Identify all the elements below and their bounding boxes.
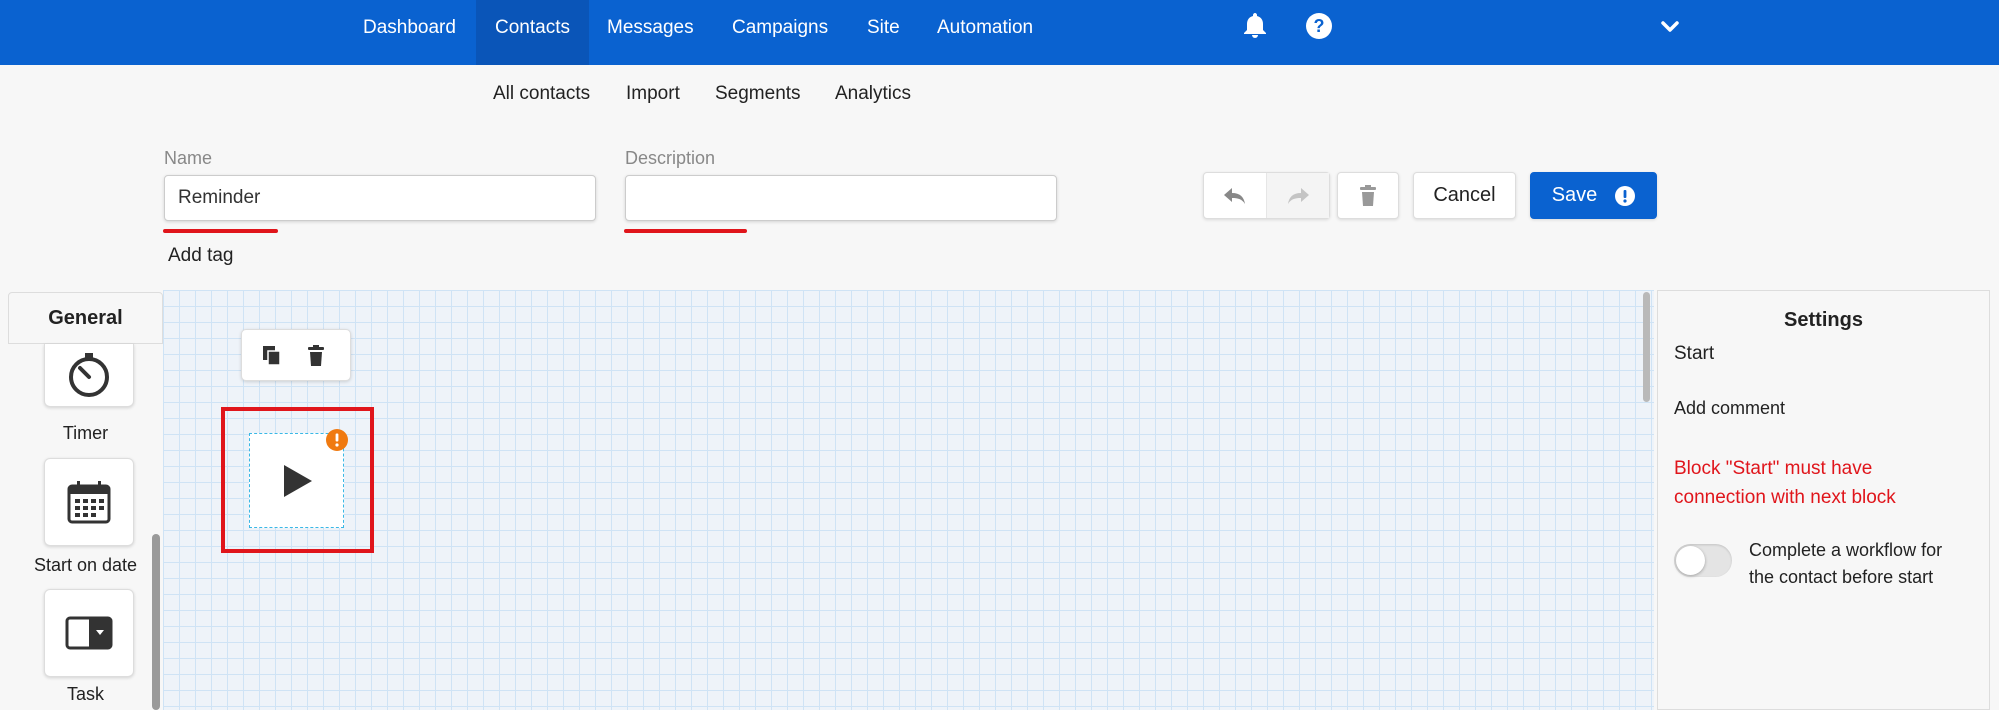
play-icon — [283, 464, 312, 497]
blocks-sidebar: General Timer Start on date Task — [8, 292, 163, 710]
start-on-date-label: Start on date — [33, 555, 138, 575]
nav-item-site[interactable]: Site — [867, 0, 900, 65]
cancel-button[interactable]: Cancel — [1413, 172, 1516, 219]
subnav-import[interactable]: Import — [626, 83, 680, 105]
undo-icon — [1224, 187, 1245, 204]
chevron-down-icon[interactable] — [1659, 16, 1681, 38]
bell-icon[interactable] — [1240, 10, 1270, 40]
save-label: Save — [1551, 184, 1598, 206]
subnav-all-contacts[interactable]: All contacts — [493, 83, 590, 105]
alert-icon — [1615, 185, 1636, 206]
calendar-icon — [67, 481, 111, 524]
nav-item-campaigns[interactable]: Campaigns — [732, 0, 828, 65]
nav-item-messages[interactable]: Messages — [607, 0, 694, 65]
add-tag-link[interactable]: Add tag — [168, 245, 234, 267]
save-button[interactable]: Save — [1530, 172, 1657, 219]
subnav-segments[interactable]: Segments — [715, 83, 801, 105]
name-input[interactable] — [164, 175, 596, 221]
start-on-date-tile[interactable] — [44, 458, 134, 546]
nav-item-contacts[interactable]: Contacts — [476, 0, 589, 65]
redo-icon — [1288, 187, 1309, 204]
add-comment-link[interactable]: Add comment — [1674, 398, 1785, 419]
complete-workflow-toggle[interactable] — [1674, 544, 1732, 577]
description-error-underline — [624, 229, 747, 233]
trash-icon — [1360, 184, 1376, 206]
undo-redo-group — [1203, 172, 1330, 219]
copy-icon[interactable] — [262, 345, 282, 372]
redo-button[interactable] — [1267, 173, 1329, 218]
canvas-scrollbar[interactable] — [1643, 292, 1650, 402]
nav-item-automation[interactable]: Automation — [937, 0, 1033, 65]
task-label: Task — [66, 684, 104, 704]
subnav-analytics[interactable]: Analytics — [835, 83, 911, 105]
name-label: Name — [164, 148, 213, 168]
timer-label: Timer — [62, 423, 109, 443]
nav-item-dashboard[interactable]: Dashboard — [363, 0, 456, 65]
settings-error-message: Block "Start" must have connection with … — [1674, 458, 1896, 508]
task-icon — [65, 616, 113, 650]
name-error-underline — [163, 229, 278, 233]
complete-workflow-label: Complete a workflow for the contact befo… — [1749, 540, 1943, 587]
delete-button[interactable] — [1337, 172, 1399, 219]
warning-icon — [326, 429, 348, 456]
toggle-knob — [1676, 546, 1705, 575]
description-input[interactable] — [625, 175, 1057, 221]
help-icon[interactable]: ? — [1304, 11, 1334, 41]
tab-general[interactable]: General — [8, 292, 163, 344]
block-delete-icon[interactable] — [306, 344, 326, 373]
top-navbar: Dashboard Contacts Messages Campaigns Si… — [0, 0, 1999, 65]
settings-block-name: Start — [1674, 343, 1715, 364]
sidebar-scrollbar[interactable] — [152, 534, 160, 710]
settings-title: Settings — [1784, 309, 1863, 331]
timer-icon — [69, 353, 109, 397]
undo-button[interactable] — [1204, 173, 1267, 218]
block-toolbar — [241, 329, 351, 381]
description-label: Description — [625, 148, 716, 168]
task-block-tile[interactable] — [44, 589, 134, 677]
svg-text:?: ? — [1314, 16, 1325, 36]
timer-block-tile[interactable] — [44, 344, 134, 407]
workflow-canvas[interactable] — [163, 290, 1654, 710]
settings-panel: Settings Start Add comment Block "Start"… — [1657, 290, 1990, 710]
